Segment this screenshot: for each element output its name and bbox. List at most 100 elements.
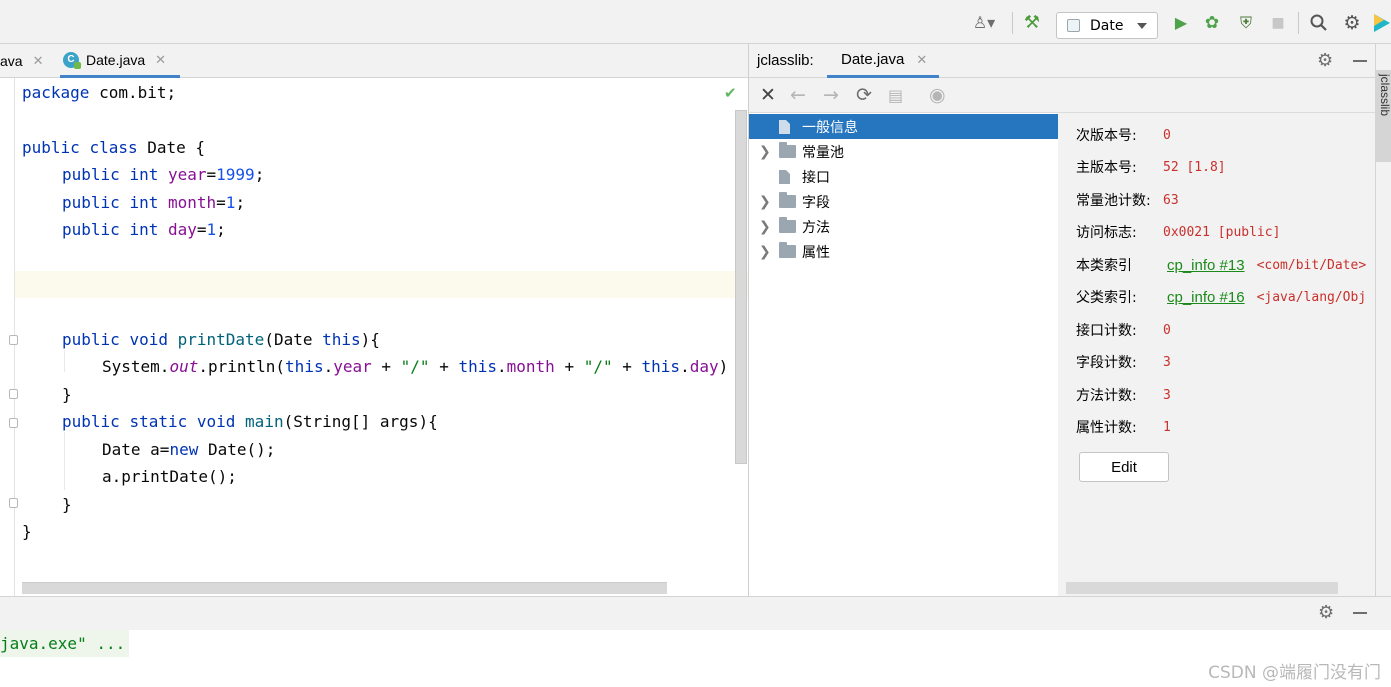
code-editor[interactable]: package com.bit; public class Date { pub… — [22, 78, 734, 584]
info-label: 方法计数: — [1076, 388, 1137, 404]
info-value: 63 — [1163, 192, 1179, 208]
toolbar-separator — [1012, 12, 1013, 34]
close-icon[interactable]: ✕ — [155, 52, 166, 68]
jetbrains-icon[interactable] — [1372, 12, 1391, 34]
coverage-icon[interactable]: ⛨ — [1234, 12, 1258, 34]
forward-arrow-icon[interactable]: → — [823, 84, 839, 106]
run-config-label: Date — [1090, 17, 1124, 34]
info-label: 字段计数: — [1076, 355, 1137, 371]
tree-item-attributes[interactable]: ❯ 属性 — [749, 239, 1058, 264]
back-arrow-icon[interactable]: ← — [790, 84, 806, 106]
jclasslib-header: jclasslib: Date.java ✕ ⚙ — [749, 44, 1375, 78]
tab-date-java[interactable]: C Date.java ✕ — [60, 44, 180, 78]
tree-item-label: 方法 — [802, 219, 830, 236]
info-row-minor-version: 次版本号: 0 — [1076, 124, 1171, 146]
cp-info-link[interactable]: cp_info #16 — [1167, 289, 1245, 306]
tab-label: ava — [0, 53, 23, 69]
right-tool-strip: jclasslib — [1375, 44, 1391, 596]
tree-item-general-info[interactable]: 一般信息 — [749, 114, 1058, 139]
close-icon[interactable]: ✕ — [760, 84, 776, 106]
info-label: 父类索引: — [1076, 290, 1137, 306]
info-label: 本类索引 — [1076, 258, 1132, 274]
info-value: <com/bit/Date> — [1256, 257, 1367, 273]
info-row-attributes-count: 属性计数: 1 — [1076, 416, 1171, 438]
tree-item-methods[interactable]: ❯ 方法 — [749, 214, 1058, 239]
user-icon[interactable]: ♙▾ — [966, 12, 1002, 34]
info-row-constant-pool-count: 常量池计数: 63 — [1076, 189, 1179, 211]
general-info-panel: 次版本号: 0 主版本号: 52 [1.8] 常量池计数: 63 访问标志: 0x002… — [1058, 113, 1375, 596]
checkmark-icon: ✔ — [724, 84, 737, 102]
code-line: Date a=new Date(); — [102, 440, 276, 459]
close-icon[interactable]: ✕ — [33, 53, 44, 69]
code-line: public int year=1999; — [62, 165, 265, 184]
info-label: 常量池计数: — [1076, 193, 1151, 209]
run-config-select[interactable]: Date — [1056, 12, 1158, 39]
chevron-right-icon[interactable]: ❯ — [759, 194, 771, 210]
info-row-major-version: 主版本号: 52 [1.8] — [1076, 156, 1226, 178]
minimize-icon[interactable] — [1353, 60, 1367, 62]
edit-button[interactable]: Edit — [1079, 452, 1169, 482]
info-row-interfaces-count: 接口计数: 0 — [1076, 319, 1171, 341]
minimize-icon[interactable] — [1353, 612, 1367, 614]
info-value: <java/lang/Obj — [1256, 289, 1367, 305]
info-label: 主版本号: — [1076, 160, 1137, 176]
editor-horizontal-scrollbar[interactable] — [22, 582, 667, 594]
debug-icon[interactable]: ✿ — [1200, 12, 1224, 34]
tree-item-label: 常量池 — [802, 144, 844, 161]
main-toolbar: ♙▾ ⚒ Date ▶ ✿ ⛨ ■ ⚙ — [0, 0, 1391, 44]
info-label: 接口计数: — [1076, 323, 1137, 339]
editor-gutter — [0, 78, 18, 596]
fold-icon[interactable] — [9, 335, 18, 345]
jclasslib-toolbar: ✕ ← → ⟳ ▤ ◉ — [749, 78, 1375, 113]
chevron-right-icon[interactable]: ❯ — [759, 144, 771, 160]
fold-icon[interactable] — [9, 418, 18, 428]
refresh-icon[interactable]: ⟳ — [856, 84, 872, 106]
info-label: 属性计数: — [1076, 420, 1137, 436]
build-hammer-icon[interactable]: ⚒ — [1020, 12, 1044, 34]
tree-item-label: 属性 — [802, 244, 830, 261]
save-icon[interactable]: ▤ — [888, 86, 903, 105]
info-value: 1 — [1163, 419, 1171, 435]
code-line: a.printDate(); — [102, 467, 237, 486]
run-icon[interactable]: ▶ — [1170, 12, 1192, 34]
code-line: } — [62, 495, 72, 514]
info-row-fields-count: 字段计数: 3 — [1076, 351, 1171, 373]
code-line: System.out.println(this.year + "/" + thi… — [102, 357, 729, 376]
web-icon[interactable]: ◉ — [929, 84, 946, 106]
console-command-line: java.exe" ... — [0, 630, 130, 657]
gear-icon[interactable]: ⚙ — [1318, 602, 1334, 623]
jclasslib-title: jclasslib: — [757, 52, 814, 69]
tab-jclasslib-date-java[interactable]: Date.java ✕ — [827, 44, 939, 78]
chevron-down-icon — [1137, 23, 1147, 29]
tree-item-interfaces[interactable]: 接口 — [749, 164, 1058, 189]
tab-prev-file[interactable]: ava ✕ — [0, 44, 50, 78]
settings-icon[interactable]: ⚙ — [1340, 12, 1364, 34]
info-value: 52 [1.8] — [1163, 159, 1226, 175]
file-icon — [779, 119, 790, 134]
run-panel-header: ⚙ — [0, 596, 1391, 630]
info-row-access-flags: 访问标志: 0x0021 [public] — [1076, 221, 1280, 243]
gear-icon[interactable]: ⚙ — [1317, 50, 1333, 71]
editor-vertical-scrollbar[interactable] — [735, 110, 747, 464]
code-line: public void printDate(Date this){ — [62, 330, 380, 349]
search-icon[interactable] — [1306, 12, 1332, 34]
close-icon[interactable]: ✕ — [916, 52, 927, 68]
info-horizontal-scrollbar[interactable] — [1066, 582, 1338, 594]
tree-item-fields[interactable]: ❯ 字段 — [749, 189, 1058, 214]
info-row-this-class: 本类索引 cp_info #13 <com/bit/Date> — [1076, 254, 1366, 276]
chevron-right-icon[interactable]: ❯ — [759, 244, 771, 260]
info-value: 0x0021 [public] — [1163, 224, 1281, 240]
code-line: public static void main(String[] args){ — [62, 412, 438, 431]
info-value: 0 — [1163, 127, 1171, 143]
fold-icon[interactable] — [9, 389, 18, 399]
tree-item-constant-pool[interactable]: ❯ 常量池 — [749, 139, 1058, 164]
fold-icon[interactable] — [9, 498, 18, 508]
run-console[interactable]: java.exe" ... CSDN @端履门没有门 — [0, 630, 1391, 687]
cp-info-link[interactable]: cp_info #13 — [1167, 257, 1245, 274]
info-row-methods-count: 方法计数: 3 — [1076, 384, 1171, 406]
watermark: CSDN @端履门没有门 — [1208, 663, 1381, 683]
info-label: 访问标志: — [1076, 225, 1137, 241]
run-config-icon — [1067, 19, 1080, 32]
stop-icon[interactable]: ■ — [1268, 12, 1288, 34]
chevron-right-icon[interactable]: ❯ — [759, 219, 771, 235]
